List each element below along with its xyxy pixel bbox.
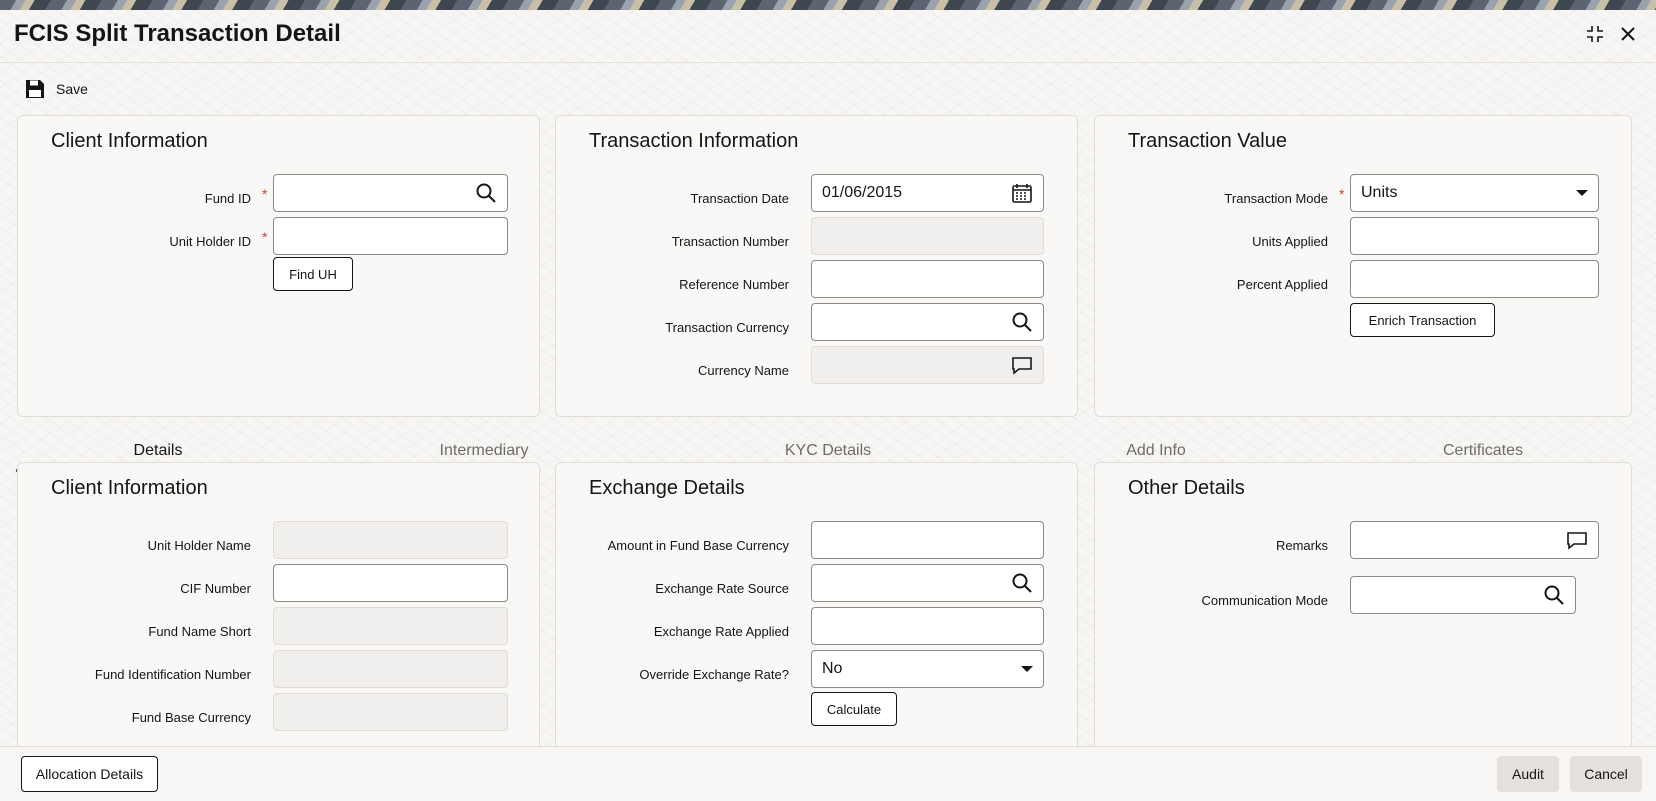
transaction-currency-label: Transaction Currency: [665, 320, 789, 335]
units-applied-input[interactable]: [1350, 217, 1599, 255]
amount-fund-base-currency-label: Amount in Fund Base Currency: [607, 538, 789, 553]
calendar-icon[interactable]: [1011, 182, 1033, 204]
unit-holder-name-field: [273, 521, 508, 559]
cancel-button[interactable]: Cancel: [1570, 756, 1642, 792]
search-icon[interactable]: [475, 182, 497, 204]
search-icon[interactable]: [1011, 572, 1033, 594]
required-marker: *: [262, 186, 268, 202]
exchange-rate-applied-input[interactable]: [811, 607, 1044, 645]
transaction-number-field: [811, 217, 1044, 255]
search-icon[interactable]: [1543, 584, 1565, 606]
title-divider: [0, 62, 1656, 63]
tab-add-info[interactable]: Add Info: [1056, 442, 1256, 460]
search-icon[interactable]: [1011, 311, 1033, 333]
comment-icon[interactable]: [1011, 354, 1033, 376]
fund-id-label: Fund ID: [204, 191, 251, 206]
override-exchange-rate-value: No: [822, 660, 843, 677]
dialog-window: FCIS Split Transaction Detail Save Clien…: [0, 10, 1656, 801]
background-strip: [0, 0, 1656, 10]
exchange-rate-source-input[interactable]: [811, 564, 1044, 602]
reference-number-label: Reference Number: [679, 277, 789, 292]
enrich-transaction-button[interactable]: Enrich Transaction: [1350, 303, 1495, 337]
remarks-label: Remarks: [1275, 538, 1328, 553]
transaction-information-panel: Transaction Information Transaction Date…: [555, 115, 1078, 417]
client-information-heading: Client Information: [51, 130, 208, 152]
unit-holder-name-label: Unit Holder Name: [147, 538, 251, 553]
fund-identification-number-label: Fund Identification Number: [94, 667, 251, 682]
required-marker: *: [262, 229, 268, 245]
other-details-heading: Other Details: [1128, 477, 1245, 499]
exchange-rate-source-label: Exchange Rate Source: [655, 581, 789, 596]
tab-intermediary[interactable]: Intermediary: [384, 442, 584, 460]
dropdown-caret-icon: [1021, 666, 1033, 672]
unit-holder-id-input[interactable]: [273, 217, 508, 255]
details-client-information-heading: Client Information: [51, 477, 208, 499]
amount-fund-base-currency-input[interactable]: [811, 521, 1044, 559]
transaction-mode-select[interactable]: Units: [1350, 174, 1599, 212]
remarks-input[interactable]: [1350, 521, 1599, 559]
collapse-icon[interactable]: [1583, 22, 1607, 46]
transaction-currency-input[interactable]: [811, 303, 1044, 341]
footer-bar: Allocation Details Audit Cancel: [0, 746, 1656, 801]
required-marker: *: [1339, 186, 1345, 202]
transaction-mode-value: Units: [1361, 184, 1398, 201]
fund-name-short-label: Fund Name Short: [148, 624, 251, 639]
exchange-rate-applied-label: Exchange Rate Applied: [653, 624, 789, 639]
client-information-panel: Client Information Fund ID * Unit Holder…: [17, 115, 540, 417]
fund-identification-number-field: [273, 650, 508, 688]
calculate-button[interactable]: Calculate: [811, 692, 897, 726]
currency-name-field: [811, 346, 1044, 384]
fund-name-short-field: [273, 607, 508, 645]
exchange-details-panel: Exchange Details Amount in Fund Base Cur…: [555, 462, 1078, 762]
transaction-value-panel: Transaction Value Transaction Mode * Uni…: [1094, 115, 1632, 417]
other-details-panel: Other Details Remarks Communication Mode: [1094, 462, 1632, 762]
cif-number-label: CIF Number: [180, 581, 251, 596]
communication-mode-input[interactable]: [1350, 576, 1576, 614]
comment-icon[interactable]: [1566, 529, 1588, 551]
transaction-number-label: Transaction Number: [671, 234, 789, 249]
override-exchange-rate-label: Override Exchange Rate?: [639, 667, 789, 682]
transaction-value-heading: Transaction Value: [1128, 130, 1287, 152]
transaction-date-value: 01/06/2015: [822, 184, 903, 201]
units-applied-label: Units Applied: [1252, 234, 1328, 249]
transaction-date-input[interactable]: 01/06/2015: [811, 174, 1044, 212]
tab-certificates[interactable]: Certificates: [1383, 442, 1583, 460]
fund-id-input[interactable]: [273, 174, 508, 212]
tab-kyc-details[interactable]: KYC Details: [728, 442, 928, 460]
tab-details[interactable]: Details: [58, 442, 258, 460]
save-icon: [26, 80, 44, 98]
fund-base-currency-field: [273, 693, 508, 731]
percent-applied-input[interactable]: [1350, 260, 1599, 298]
fund-base-currency-label: Fund Base Currency: [131, 710, 251, 725]
currency-name-label: Currency Name: [697, 363, 789, 378]
communication-mode-label: Communication Mode: [1201, 593, 1328, 608]
close-icon[interactable]: [1616, 22, 1640, 46]
unit-holder-id-label: Unit Holder ID: [169, 234, 251, 249]
exchange-details-heading: Exchange Details: [589, 477, 745, 499]
audit-button[interactable]: Audit: [1497, 756, 1559, 792]
cif-number-input[interactable]: [273, 564, 508, 602]
details-client-information-panel: Client Information Unit Holder Name CIF …: [17, 462, 540, 762]
find-uh-button[interactable]: Find UH: [273, 257, 353, 291]
reference-number-input[interactable]: [811, 260, 1044, 298]
percent-applied-label: Percent Applied: [1236, 277, 1328, 292]
window-title: FCIS Split Transaction Detail: [14, 20, 341, 47]
transaction-information-heading: Transaction Information: [589, 130, 799, 152]
transaction-mode-label: Transaction Mode: [1224, 191, 1328, 206]
override-exchange-rate-select[interactable]: No: [811, 650, 1044, 688]
save-label: Save: [56, 81, 88, 97]
save-button[interactable]: Save: [24, 78, 88, 100]
allocation-details-button[interactable]: Allocation Details: [21, 756, 158, 792]
transaction-date-label: Transaction Date: [690, 191, 789, 206]
dropdown-caret-icon: [1576, 190, 1588, 196]
